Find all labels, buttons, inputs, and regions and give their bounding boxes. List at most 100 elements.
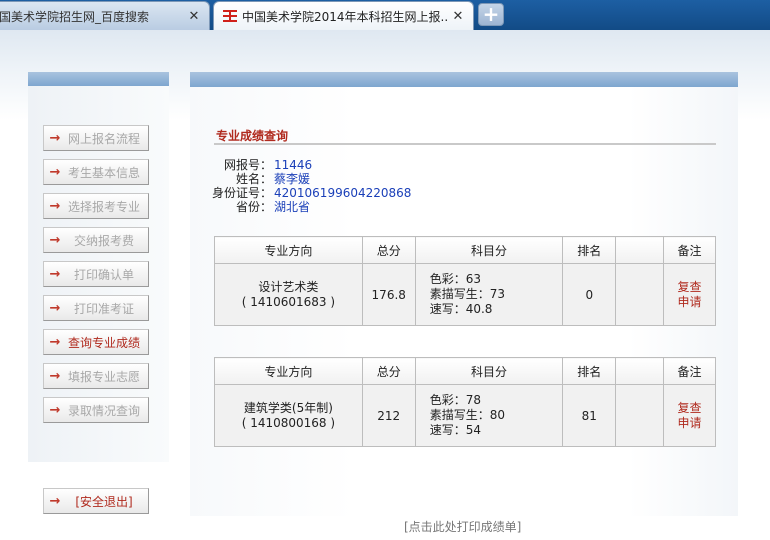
extra-cell (615, 384, 665, 447)
subject-color: 色彩：78 (429, 393, 481, 407)
sidebar-item-label: 打印准考证 (73, 301, 134, 316)
arrow-right-icon: → (49, 402, 61, 418)
close-icon[interactable]: ✕ (449, 9, 467, 24)
registration-number-label: 网报号： (223, 158, 272, 172)
site-favicon-icon (223, 9, 237, 23)
id-number-label: 身份证号： (211, 186, 272, 200)
arrow-right-icon: → (49, 368, 61, 384)
header-remark: 备注 (663, 236, 716, 264)
subject-quick-sketch: 速写：54 (429, 423, 481, 437)
major-name: 设计艺术类 (258, 279, 319, 294)
table-row: 设计艺术类 ( 1410601683 ) 176.8 色彩：63 素描写生：73… (214, 263, 716, 326)
total-score: 176.8 (361, 263, 416, 326)
sidebar-item-print-admission-ticket[interactable]: → 打印准考证 (43, 295, 149, 321)
table-header-row: 专业方向 总分 科目分 排名 备注 (214, 236, 716, 264)
header-empty (615, 236, 665, 264)
sidebar-item-registration-process[interactable]: → 网上报名流程 (43, 125, 149, 151)
name-value: 蔡李媛 (274, 172, 311, 186)
province-value: 湖北省 (274, 200, 311, 214)
major-cell: 设计艺术类 ( 1410601683 ) (214, 263, 363, 326)
browser-tab-active[interactable]: 中国美术学院2014年本科招生网上报... ✕ (213, 1, 474, 30)
info-row-province: 省份： 湖北省 (210, 200, 470, 214)
page-title: 专业成绩查询 (216, 129, 289, 143)
tab-title: 国美术学院招生网_百度搜索 (0, 9, 150, 24)
major-code: ( 1410800168 ) (241, 415, 336, 430)
total-score: 212 (361, 384, 416, 447)
major-name: 建筑学类(5年制) (243, 400, 333, 415)
name-label: 姓名： (235, 172, 272, 186)
sidebar-item-query-scores[interactable]: → 查询专业成绩 (43, 329, 149, 355)
browser-tab-bar: 国美术学院招生网_百度搜索 ✕ 中国美术学院2014年本科招生网上报... ✕ … (0, 0, 770, 30)
sidebar-item-fill-preferences[interactable]: → 填报专业志愿 (43, 363, 149, 389)
arrow-right-icon: → (49, 232, 61, 248)
arrow-right-icon: → (49, 130, 61, 146)
header-major: 专业方向 (214, 236, 363, 264)
print-transcript-link[interactable]: [点击此处打印成绩单] (404, 518, 521, 535)
sidebar-item-admission-query[interactable]: → 录取情况查询 (43, 397, 149, 423)
sidebar-item-pay-fee[interactable]: → 交纳报考费 (43, 227, 149, 253)
sidebar: → 网上报名流程 → 考生基本信息 → 选择报考专业 → 交纳报考费 → 打印确… (28, 72, 169, 462)
major-code: ( 1410601683 ) (241, 294, 336, 309)
sidebar-item-label: 网上报名流程 (67, 131, 140, 146)
close-icon[interactable]: ✕ (185, 9, 203, 24)
sidebar-item-label: 选择报考专业 (67, 199, 140, 214)
logout-button[interactable]: → [安全退出] (43, 488, 149, 514)
arrow-right-icon: → (49, 334, 61, 350)
table-row: 建筑学类(5年制) ( 1410800168 ) 212 色彩：78 素描写生：… (214, 384, 716, 447)
arrow-right-icon: → (49, 300, 61, 316)
new-tab-button[interactable]: + (478, 3, 504, 26)
subject-scores: 色彩：78 素描写生：80 速写：54 (414, 384, 564, 447)
sidebar-item-label: 考生基本信息 (67, 165, 140, 180)
id-number-value: 420106199604220868 (274, 186, 412, 200)
sidebar-item-label: 交纳报考费 (73, 233, 134, 248)
rank-value: 81 (562, 384, 617, 447)
review-link-line2: 申请 (677, 415, 702, 430)
sidebar-item-label: 填报专业志愿 (67, 369, 140, 384)
table-header-row: 专业方向 总分 科目分 排名 备注 (214, 357, 716, 385)
main-header-bar (190, 72, 738, 87)
info-row-id: 身份证号： 420106199604220868 (210, 186, 470, 200)
sidebar-item-select-major[interactable]: → 选择报考专业 (43, 193, 149, 219)
candidate-info: 网报号： 11446 姓名： 蔡李媛 身份证号： 420106199604220… (210, 158, 470, 214)
sidebar-item-print-confirmation[interactable]: → 打印确认单 (43, 261, 149, 287)
header-subjects: 科目分 (414, 357, 564, 385)
title-divider (214, 143, 716, 145)
main-panel: 专业成绩查询 网报号： 11446 姓名： 蔡李媛 身份证号： 42010619… (190, 72, 738, 516)
header-rank: 排名 (562, 236, 617, 264)
score-table: 专业方向 总分 科目分 排名 备注 建筑学类(5年制) ( 1410800168… (214, 357, 716, 447)
sidebar-item-label: 查询专业成绩 (67, 335, 140, 350)
info-row-name: 姓名： 蔡李媛 (210, 172, 470, 186)
subject-sketch: 素描写生：73 (429, 287, 505, 301)
subject-quick-sketch: 速写：40.8 (429, 302, 493, 316)
sidebar-item-candidate-info[interactable]: → 考生基本信息 (43, 159, 149, 185)
review-application-link[interactable]: 复查 申请 (663, 263, 716, 326)
province-label: 省份： (235, 200, 272, 214)
sidebar-header-bar (28, 72, 169, 86)
review-link-line1: 复查 (677, 279, 702, 294)
review-application-link[interactable]: 复查 申请 (663, 384, 716, 447)
header-total: 总分 (361, 357, 416, 385)
subject-sketch: 素描写生：80 (429, 408, 505, 422)
review-link-line2: 申请 (677, 294, 702, 309)
rank-value: 0 (562, 263, 617, 326)
major-cell: 建筑学类(5年制) ( 1410800168 ) (214, 384, 363, 447)
header-rank: 排名 (562, 357, 617, 385)
tab-title: 中国美术学院2014年本科招生网上报... (242, 9, 449, 24)
sidebar-item-label: 打印确认单 (73, 267, 134, 282)
sidebar-item-label: 录取情况查询 (67, 403, 140, 418)
logout-label: [安全退出] (75, 494, 133, 509)
info-row-registration: 网报号： 11446 (210, 158, 470, 172)
arrow-right-icon: → (49, 198, 61, 214)
score-table: 专业方向 总分 科目分 排名 备注 设计艺术类 ( 1410601683 ) 1… (214, 236, 716, 326)
extra-cell (615, 263, 665, 326)
arrow-right-icon: → (49, 266, 61, 282)
registration-number-value: 11446 (274, 158, 313, 172)
arrow-right-icon: → (49, 164, 61, 180)
header-remark: 备注 (663, 357, 716, 385)
header-subjects: 科目分 (414, 236, 564, 264)
review-link-line1: 复查 (677, 400, 702, 415)
subject-scores: 色彩：63 素描写生：73 速写：40.8 (414, 263, 564, 326)
header-total: 总分 (361, 236, 416, 264)
browser-tab-baidu[interactable]: 国美术学院招生网_百度搜索 ✕ (0, 1, 210, 30)
header-major: 专业方向 (214, 357, 363, 385)
